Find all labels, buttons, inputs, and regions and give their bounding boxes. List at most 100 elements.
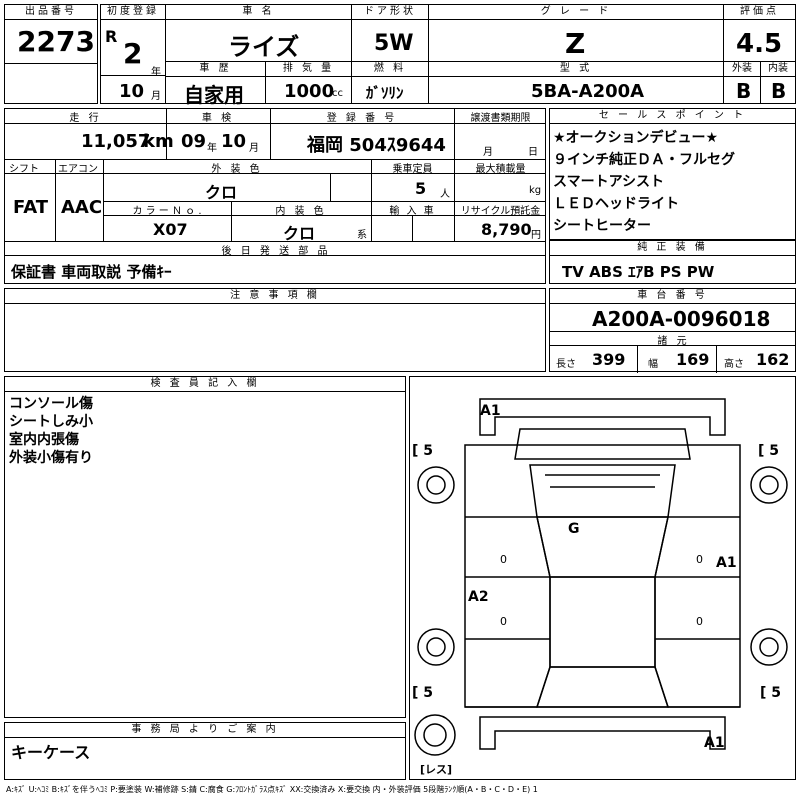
- legend-text: A:ｷｽﾞ U:ﾍｺﾐ B:ｷｽﾞを伴うﾍｺﾐ P:要塗装 W:補修跡 S:錆 …: [6, 785, 538, 794]
- equipment-value: TV ABS ｴｱB PS PW: [562, 263, 715, 281]
- inspection-month: 10: [221, 131, 247, 152]
- sales-point-list: ★オークションデビュー★ ９インチ純正ＤＡ・フルセグ スマートアシスト ＬＥＤヘ…: [553, 127, 735, 237]
- office-box: 事 務 局 よ り ご 案 内 キーケース: [4, 722, 406, 780]
- exterior-grade-box: 外装 B: [723, 61, 761, 104]
- history-value: 自家用: [184, 83, 244, 107]
- score-value: 4.5: [736, 29, 783, 59]
- score-label: 評価点: [724, 5, 795, 20]
- ac-value: AAC: [61, 197, 103, 218]
- equipment-box: 純 正 装 備 TV ABS ｴｱB PS PW: [549, 240, 796, 284]
- notes-label: 注 意 事 項 欄: [5, 289, 545, 304]
- spec-panel: 走 行 車 検 登 録 番 号 譲渡書類期限 11,057 km 09 年 10…: [4, 108, 546, 284]
- capacity-value: 5: [415, 179, 427, 198]
- interior-grade-box: 内装 B: [760, 61, 796, 104]
- door-box: ドア形状 5W: [351, 4, 429, 62]
- lot-number-label: 出品番号: [5, 5, 97, 20]
- sales-point-item: スマートアシスト: [553, 174, 665, 190]
- mark-g-windshield: G: [568, 521, 580, 537]
- car-name-value: ライズ: [228, 33, 300, 61]
- later-parts-label: 後 日 発 送 部 品: [221, 246, 331, 257]
- chassis-label: 車 台 番 号: [550, 289, 795, 304]
- mark-a2-left-door: A2: [468, 589, 489, 605]
- capacity-unit: 人: [440, 189, 450, 200]
- history-box: 車 歴 自家用: [165, 61, 266, 107]
- lot-number-box: 出品番号 2273: [4, 4, 98, 64]
- capacity-label: 乗車定員: [392, 164, 433, 175]
- displacement-label: 排 気 量: [266, 62, 351, 77]
- exterior-grade-value: B: [736, 79, 752, 103]
- chassis-value: A200A-0096018: [592, 307, 771, 331]
- mark-zero: 0: [500, 615, 507, 628]
- history-label: 車 歴: [166, 62, 265, 77]
- lot-blank-box: [4, 63, 98, 104]
- interior-color-label: 内 装 色: [275, 206, 327, 217]
- color-number-value: X07: [153, 220, 188, 239]
- inspector-notes: コンソール傷 シートしみ小 室内内張傷 外装小傷有り: [9, 395, 93, 467]
- lot-number-value: 2273: [17, 25, 95, 58]
- fuel-label: 燃 料: [352, 62, 428, 77]
- mark-a1-rear: A1: [704, 735, 725, 751]
- score-box: 評価点 4.5: [723, 4, 796, 62]
- interior-color-unit: 系: [357, 230, 367, 241]
- tire-rear-right: [ 5: [760, 685, 781, 701]
- inspection-year: 09: [181, 131, 207, 152]
- mark-a1-front: A1: [480, 403, 501, 419]
- transfer-month-unit: 月: [483, 147, 493, 158]
- mark-zero: 0: [696, 615, 703, 628]
- inspector-line: コンソール傷: [9, 396, 93, 412]
- fuel-box: 燃 料 ｶﾞｿﾘﾝ: [351, 61, 429, 104]
- car-diagram: [ 5 [ 5 [ 5 [ 5 A1 G A1 A2 A1 0 0 0 0 [レ…: [409, 376, 796, 780]
- sales-point-box: セ ー ル ス ポ イ ン ト ★オークションデビュー★ ９インチ純正ＤＡ・フル…: [549, 108, 796, 240]
- door-label: ドア形状: [352, 5, 428, 20]
- grade-value: Z: [565, 27, 586, 60]
- mileage-value: 11,057: [81, 131, 151, 152]
- exterior-color-value: クロ: [205, 183, 238, 202]
- model-label: 型 式: [429, 62, 723, 77]
- height-value: 162: [756, 350, 790, 369]
- inspector-box: 検 査 員 記 入 欄 コンソール傷 シートしみ小 室内内張傷 外装小傷有り: [4, 376, 406, 718]
- length-label: 長さ: [556, 359, 576, 370]
- inspection-year-unit: 年: [207, 143, 217, 154]
- first-registration-label: 初度登録: [101, 5, 165, 20]
- inspection-label: 車 検: [201, 113, 235, 124]
- year-value: 2: [123, 37, 143, 70]
- interior-grade-label: 内装: [761, 62, 795, 77]
- notes-box: 注 意 事 項 欄: [4, 288, 546, 372]
- era-value: R: [105, 27, 118, 46]
- sales-point-item: ９インチ純正ＤＡ・フルセグ: [553, 152, 735, 168]
- recycle-label: リサイクル預託金: [460, 206, 541, 217]
- shift-label: シフト: [9, 164, 39, 175]
- door-value: 5W: [374, 31, 414, 56]
- car-diagram-svg: [ 5 [ 5 [ 5 [ 5 A1 G A1 A2 A1 0 0 0 0 [レ…: [412, 398, 788, 776]
- tire-front-right: [ 5: [758, 443, 779, 459]
- displacement-unit: cc: [332, 88, 343, 99]
- ac-label: エアコン: [58, 164, 98, 175]
- plate-value: 福岡 504ｽ9644: [307, 135, 446, 156]
- transfer-label: 譲渡書類期限: [470, 113, 531, 124]
- load-label: 最大積載量: [475, 164, 526, 175]
- mileage-label: 走 行: [69, 113, 102, 124]
- height-label: 高さ: [724, 359, 744, 370]
- car-name-box: 車 名 ライズ: [165, 4, 352, 62]
- width-value: 169: [676, 350, 710, 369]
- mark-zero: 0: [500, 553, 507, 566]
- office-value: キーケース: [11, 743, 91, 762]
- chassis-box: 車 台 番 号 A200A-0096018 諸 元 長さ 399 幅 169 高…: [549, 288, 796, 373]
- exterior-grade-label: 外装: [724, 62, 760, 77]
- first-registration-box: 初度登録 R 2 年 10 月: [100, 4, 166, 104]
- recycle-unit: 円: [531, 230, 541, 241]
- color-number-label: カ ラ ー Ｎ ｏ .: [132, 206, 202, 217]
- later-parts-value: 保証書 車両取説 予備ｷｰ: [11, 263, 172, 281]
- sales-point-label: セ ー ル ス ポ イ ン ト: [550, 109, 795, 124]
- month-unit: 月: [151, 91, 161, 102]
- import-label: 輸 入 車: [389, 206, 436, 217]
- grade-label: グ レ ー ド: [429, 5, 723, 20]
- tire-rear-left: [ 5: [412, 685, 433, 701]
- mark-a1-right-door: A1: [716, 555, 737, 571]
- sales-point-item: シートヒーター: [553, 218, 651, 234]
- displacement-box: 排 気 量 1000 cc: [265, 61, 352, 104]
- model-box: 型 式 5BA-A200A: [428, 61, 724, 104]
- sales-point-item: ＬＥＤヘッドライト: [553, 196, 679, 212]
- inspector-line: 外装小傷有り: [9, 450, 93, 466]
- model-value: 5BA-A200A: [531, 81, 645, 102]
